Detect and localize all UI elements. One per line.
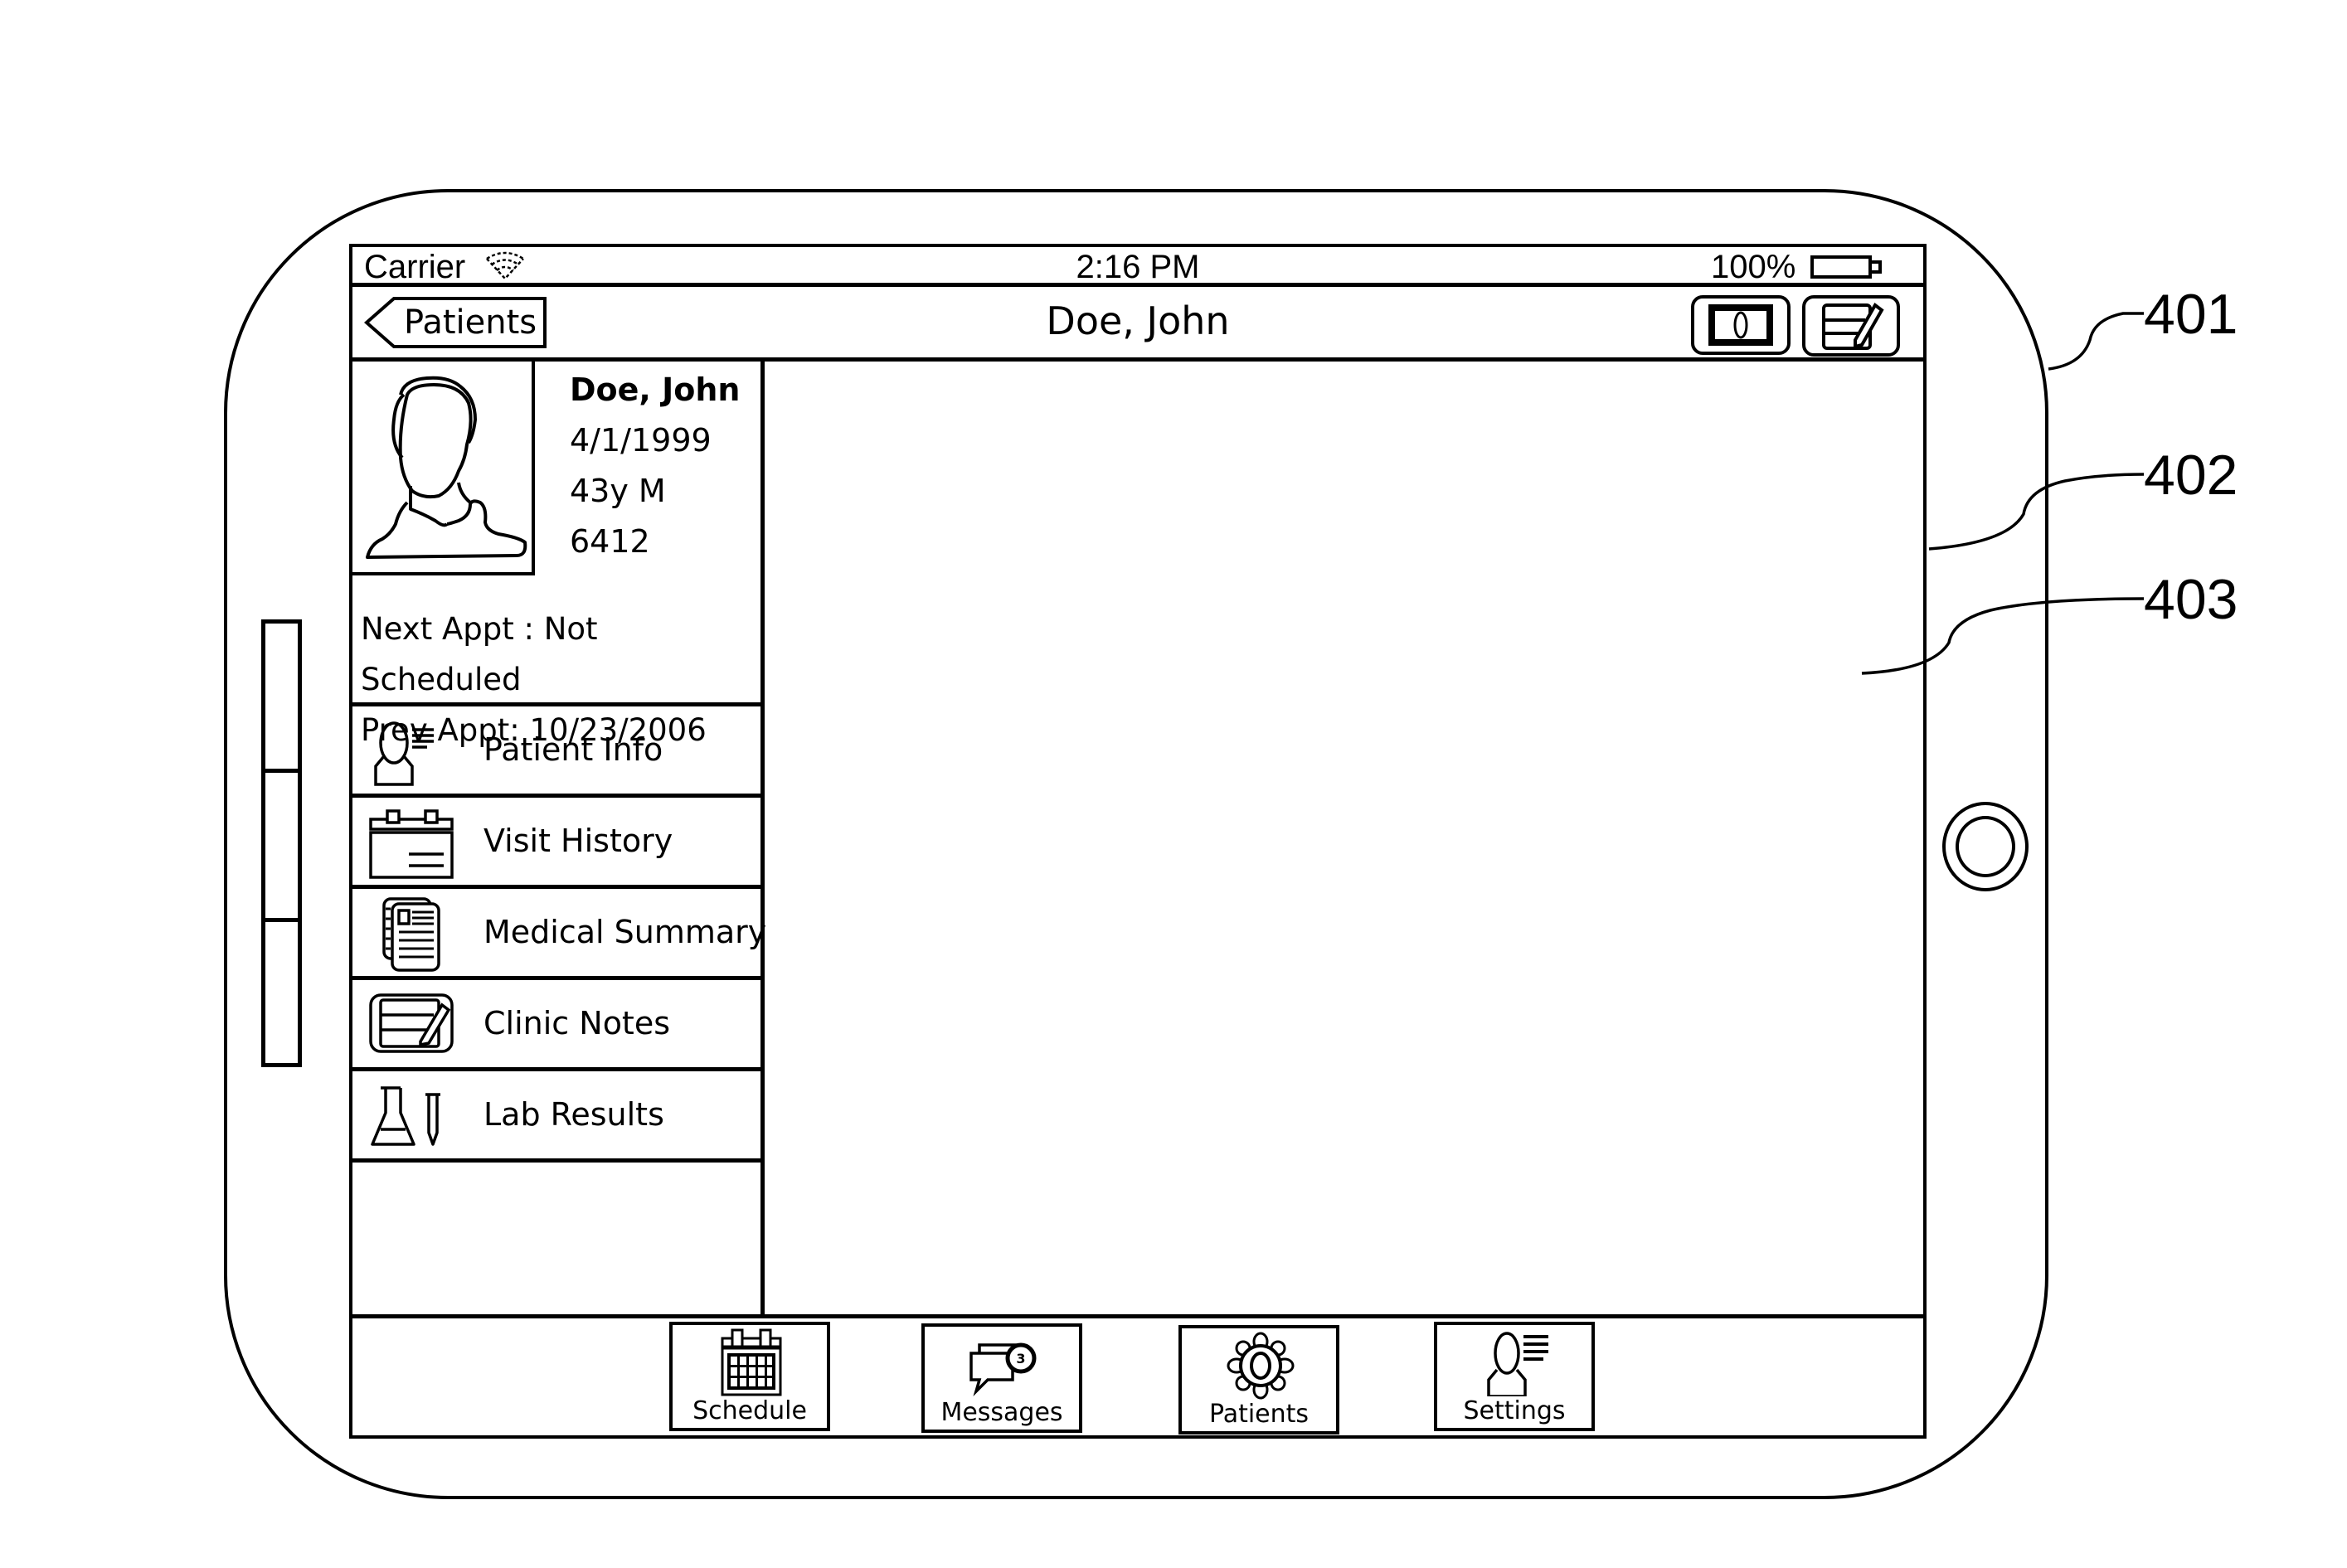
tab-label: Messages: [940, 1398, 1063, 1427]
tab-label: Patients: [1208, 1400, 1310, 1429]
tab-patients[interactable]: Patients: [1178, 1325, 1339, 1435]
photo-icon: [1708, 304, 1773, 346]
tab-bar: Schedule 3 Messages Patients Settings: [352, 1314, 1923, 1435]
leader-line-401: [2048, 312, 2144, 371]
page-title: Doe, John: [1046, 299, 1230, 343]
menu-label: Clinic Notes: [483, 1005, 671, 1041]
patient-details: Doe, John 4/1/1999 43y M 6412: [570, 365, 740, 567]
menu-label: Patient Info: [483, 731, 663, 768]
person-silhouette-icon: [366, 376, 527, 559]
menu-item-lab-results[interactable]: Lab Results: [352, 1071, 760, 1163]
person-list-icon: [1487, 1332, 1548, 1396]
navigation-bar: Patients Doe, John: [352, 287, 1923, 362]
side-button-top[interactable]: [261, 619, 302, 773]
messages-badge-count: 3: [1016, 1351, 1025, 1367]
battery-percent: 100%: [1711, 249, 1796, 285]
menu-item-clinic-notes[interactable]: Clinic Notes: [352, 980, 760, 1071]
edit-note-icon: [1822, 303, 1884, 350]
tab-schedule[interactable]: Schedule: [669, 1322, 830, 1431]
status-bar: Carrier 2:16 PM 100%: [352, 247, 1923, 287]
calendar-icon: [721, 1328, 782, 1396]
menu-item-patient-info[interactable]: Patient Info: [352, 706, 760, 798]
patient-sidebar: Doe, John 4/1/1999 43y M 6412 Next Appt …: [352, 362, 766, 1314]
next-appointment: Next Appt : Not Scheduled: [361, 611, 598, 697]
edit-notes-button[interactable]: [1802, 295, 1900, 357]
content-pane: [765, 362, 1923, 1314]
home-button[interactable]: [1942, 802, 2029, 891]
reference-label-402: 402: [2144, 444, 2238, 507]
menu-item-visit-history[interactable]: Visit History: [352, 798, 760, 889]
patient-info-icon: [374, 721, 434, 786]
clock-time: 2:16 PM: [1076, 249, 1200, 285]
battery-icon: [1810, 255, 1882, 279]
patient-id: 6412: [570, 523, 650, 560]
tab-label: Settings: [1463, 1396, 1566, 1425]
side-button-bottom[interactable]: [261, 918, 302, 1067]
patient-avatar: [352, 362, 535, 575]
side-button-middle[interactable]: [261, 769, 302, 922]
tab-settings[interactable]: Settings: [1434, 1322, 1595, 1431]
notepad-pencil-icon: [369, 993, 454, 1053]
gear-icon: [1227, 1332, 1295, 1400]
device-screen: Carrier 2:16 PM 100% Patients Doe, John: [349, 244, 1927, 1439]
patient-dob: 4/1/1999: [570, 422, 712, 459]
menu-label: Visit History: [483, 823, 673, 859]
menu-item-medical-summary[interactable]: Medical Summary: [352, 889, 766, 980]
patient-age-sex: 43y M: [570, 473, 666, 509]
flask-test-tube-icon: [371, 1086, 440, 1146]
patient-name: Doe, John: [570, 371, 741, 408]
menu-label: Lab Results: [483, 1096, 664, 1133]
home-button-ring: [1956, 816, 2015, 877]
documents-icon: [382, 897, 440, 972]
menu-label: Medical Summary: [483, 914, 767, 950]
chat-bubbles-icon: 3: [969, 1342, 1037, 1397]
photo-button[interactable]: [1691, 295, 1791, 355]
reference-label-403: 403: [2144, 568, 2238, 631]
reference-label-401: 401: [2144, 283, 2238, 346]
tab-messages[interactable]: 3 Messages: [921, 1323, 1082, 1433]
tab-label: Schedule: [692, 1396, 807, 1425]
calendar-list-icon: [369, 809, 454, 879]
